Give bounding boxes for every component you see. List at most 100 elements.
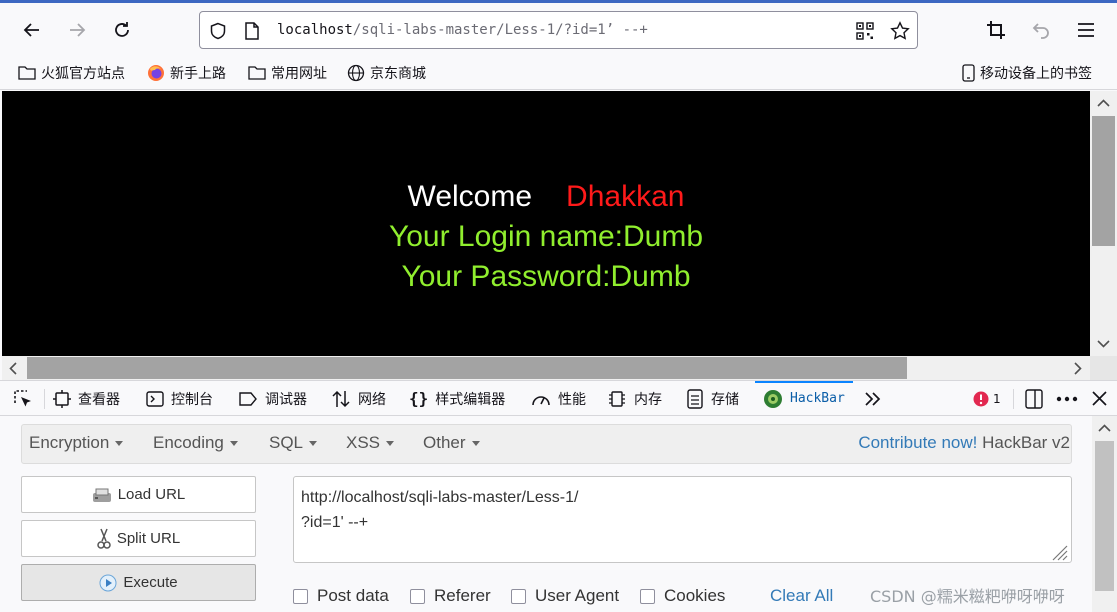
error-count[interactable]: 1 — [973, 381, 1001, 416]
braces-icon: {} — [409, 389, 429, 408]
folder-icon — [248, 66, 266, 80]
load-url-button[interactable]: Load URL — [21, 476, 256, 513]
globe-icon — [347, 64, 365, 82]
bookmark-label: 新手上路 — [170, 66, 226, 82]
storage-icon — [687, 388, 703, 409]
caret-down-icon — [386, 441, 395, 447]
hackbar-version: HackBar v2 — [982, 433, 1070, 452]
mobile-bookmarks[interactable]: 移动设备上的书签 — [962, 63, 1092, 83]
checkbox-box[interactable] — [410, 588, 425, 604]
password-line: Your Password:Dumb — [401, 260, 691, 293]
post-data-checkbox[interactable]: Post data — [293, 586, 389, 606]
welcome-text: Welcome — [407, 180, 533, 213]
tab-style-editor[interactable]: {} 样式编辑器 — [409, 381, 505, 416]
bookmark-item[interactable]: 常用网址 — [248, 63, 327, 83]
menu-label: SQL — [269, 433, 304, 452]
resize-grip-icon[interactable] — [1050, 543, 1068, 561]
contribute-link[interactable]: Contribute now! — [858, 433, 977, 452]
page-horizontal-scrollbar[interactable] — [2, 356, 1090, 380]
hackbar-icon — [764, 389, 782, 408]
welcome-line: Welcome Dhakkan — [2, 180, 1090, 214]
scissors-icon — [97, 528, 111, 549]
watermark: CSDN @糯米糍粑咿呀咿呀 — [870, 587, 1065, 606]
menu-other[interactable]: Other — [423, 433, 480, 453]
hackbar-url-textarea[interactable]: http://localhost/sqli-labs-master/Less-1… — [293, 476, 1072, 563]
close-icon[interactable] — [1092, 381, 1107, 416]
crop-icon[interactable] — [981, 15, 1011, 45]
menu-xss[interactable]: XSS — [346, 433, 395, 453]
scroll-down-icon[interactable] — [1097, 340, 1110, 348]
cookies-checkbox[interactable]: Cookies — [640, 586, 725, 606]
scroll-thumb[interactable] — [1092, 116, 1115, 246]
checkbox-box[interactable] — [511, 588, 526, 604]
shield-icon[interactable] — [206, 19, 230, 43]
tab-performance[interactable]: 性能 — [531, 381, 586, 416]
more-tabs-icon[interactable] — [864, 381, 882, 416]
page-vertical-scrollbar[interactable] — [1090, 91, 1117, 356]
inspector-icon — [53, 389, 71, 408]
user-agent-checkbox[interactable]: User Agent — [511, 586, 619, 606]
error-count-value: 1 — [993, 391, 1001, 406]
contribute-area: Contribute now! HackBar v2 — [858, 433, 1070, 453]
menu-encryption[interactable]: Encryption — [29, 433, 124, 453]
tab-memory[interactable]: 内存 — [607, 381, 662, 416]
play-icon — [99, 574, 117, 591]
more-options-icon[interactable] — [1056, 381, 1078, 416]
bookmark-label: 火狐官方站点 — [41, 66, 125, 82]
debugger-icon — [239, 391, 257, 406]
execute-button[interactable]: Execute — [21, 564, 256, 601]
caret-down-icon — [115, 441, 124, 447]
scroll-thumb[interactable] — [27, 357, 907, 379]
qrcode-icon[interactable] — [853, 19, 877, 43]
tab-inspector[interactable]: 查看器 — [53, 381, 120, 416]
address-bar[interactable]: localhost/sqli-labs-master/Less-1/?id=1’… — [199, 11, 918, 49]
url-text[interactable]: localhost/sqli-labs-master/Less-1/?id=1’… — [277, 22, 648, 38]
split-url-button[interactable]: Split URL — [21, 520, 256, 557]
folder-icon — [18, 66, 36, 80]
bookmark-item[interactable]: 火狐官方站点 — [18, 63, 125, 83]
caret-down-icon — [471, 441, 480, 447]
checkbox-box[interactable] — [640, 588, 655, 604]
forward-icon[interactable] — [62, 15, 92, 45]
back-icon[interactable] — [17, 15, 47, 45]
scroll-up-icon[interactable] — [1098, 424, 1111, 432]
bookmark-label: 常用网址 — [271, 66, 327, 82]
clear-all-link[interactable]: Clear All — [770, 586, 833, 606]
tab-network[interactable]: 网络 — [331, 381, 386, 416]
panel-vertical-scrollbar[interactable] — [1092, 416, 1117, 612]
tab-label: 内存 — [634, 391, 662, 408]
tab-storage[interactable]: 存储 — [686, 381, 739, 416]
page-info-icon[interactable] — [240, 19, 264, 43]
undo-icon[interactable] — [1026, 15, 1056, 45]
reload-icon[interactable] — [107, 15, 137, 45]
element-picker-icon[interactable] — [12, 381, 34, 416]
menu-icon[interactable] — [1071, 15, 1101, 45]
tab-label: 样式编辑器 — [435, 391, 506, 408]
menu-sql[interactable]: SQL — [269, 433, 318, 453]
menu-encoding[interactable]: Encoding — [153, 433, 238, 453]
bookmark-item[interactable]: 新手上路 — [147, 63, 226, 83]
scroll-left-icon[interactable] — [9, 362, 17, 375]
nav-toolbar: localhost/sqli-labs-master/Less-1/?id=1’… — [0, 3, 1117, 56]
scroll-thumb[interactable] — [1095, 441, 1114, 591]
scroll-corner — [1090, 356, 1117, 380]
button-label: Load URL — [117, 486, 186, 503]
bookmark-item[interactable]: 京东商城 — [347, 63, 426, 83]
scroll-right-icon[interactable] — [1074, 362, 1082, 375]
scroll-up-icon[interactable] — [1097, 99, 1110, 107]
tab-console[interactable]: 控制台 — [146, 381, 213, 416]
tab-label: HackBar — [790, 391, 845, 406]
menu-label: XSS — [346, 433, 381, 452]
tab-debugger[interactable]: 调试器 — [238, 381, 307, 416]
checkbox-box[interactable] — [293, 588, 308, 604]
button-label: Split URL — [116, 530, 181, 547]
caret-down-icon — [229, 441, 238, 447]
url-path: /sqli-labs-master/Less-1/?id=1’ --+ — [352, 22, 648, 38]
network-icon — [332, 390, 350, 407]
dock-icon[interactable] — [1025, 381, 1043, 416]
referer-checkbox[interactable]: Referer — [410, 586, 491, 606]
mobile-bookmarks-label: 移动设备上的书签 — [980, 66, 1092, 82]
tab-hackbar[interactable]: HackBar — [755, 381, 853, 416]
star-icon[interactable] — [888, 19, 912, 43]
memory-icon — [609, 390, 625, 407]
